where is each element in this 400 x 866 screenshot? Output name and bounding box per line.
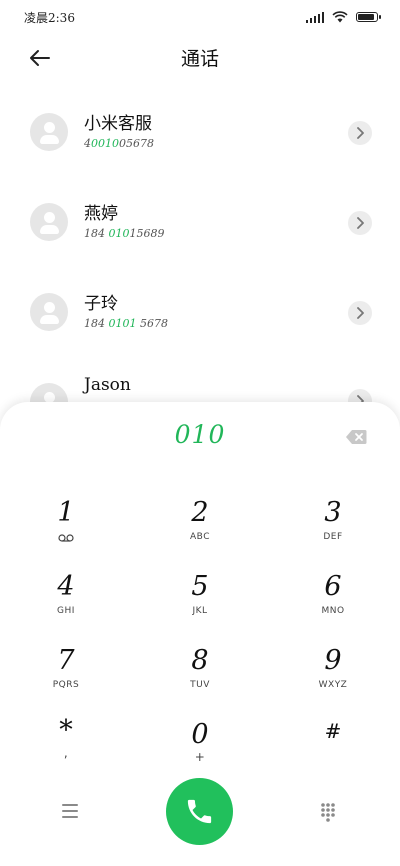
chevron-right-icon[interactable] <box>348 121 372 145</box>
key-7[interactable]: 7 PQRS <box>6 644 126 708</box>
menu-icon[interactable] <box>62 804 78 818</box>
avatar-icon <box>30 293 68 331</box>
key-6[interactable]: 6 MNO <box>273 570 393 634</box>
key-star[interactable]: *, <box>6 714 126 778</box>
battery-icon <box>356 12 381 22</box>
chevron-right-icon[interactable] <box>348 301 372 325</box>
list-item[interactable]: 燕婷 184 01015689 <box>0 175 400 265</box>
key-0[interactable]: 0 + <box>140 718 260 782</box>
contact-name: 小米客服 <box>84 114 152 134</box>
wifi-icon <box>332 11 348 23</box>
key-5[interactable]: 5 JKL <box>140 570 260 634</box>
key-1[interactable]: 1 <box>6 496 126 560</box>
backspace-icon[interactable] <box>345 429 367 445</box>
page-title: 通话 <box>180 48 219 70</box>
list-item[interactable]: 小米客服 4001005678 <box>0 85 400 175</box>
list-item[interactable]: 子玲 184 0101 5678 <box>0 265 400 355</box>
dialed-number: 010 <box>174 420 226 449</box>
status-icons <box>306 11 381 23</box>
key-4[interactable]: 4 GHI <box>6 570 126 634</box>
key-hash[interactable]: # <box>273 714 393 778</box>
call-button[interactable] <box>166 778 233 845</box>
contact-number: 184 0101 5678 <box>84 317 168 330</box>
avatar-icon <box>30 113 68 151</box>
avatar-icon <box>30 203 68 241</box>
contact-name: 燕婷 <box>84 204 118 224</box>
contact-name: 子玲 <box>84 294 118 314</box>
status-time: 凌晨2:36 <box>24 11 75 25</box>
contact-name: Jason <box>84 375 131 395</box>
keypad-icon[interactable] <box>320 802 336 822</box>
chevron-right-icon[interactable] <box>348 211 372 235</box>
key-3[interactable]: 3 DEF <box>273 496 393 560</box>
signal-icon <box>306 11 324 23</box>
dialpad-actions <box>0 778 400 848</box>
contact-number: 184 01015689 <box>84 227 165 240</box>
key-9[interactable]: 9 WXYZ <box>273 644 393 708</box>
phone-icon <box>187 799 212 824</box>
header: 通话 <box>0 34 400 82</box>
status-bar: 凌晨2:36 <box>0 0 400 34</box>
key-8[interactable]: 8 TUV <box>140 644 260 708</box>
dialpad: 010 1 2 ABC 3 DEF 4 GHI 5 JKL 6 MNO 7 PQRS 8 TU… <box>0 402 400 866</box>
voicemail-icon <box>58 534 74 542</box>
contact-list: 小米客服 4001005678 燕婷 184 01015689 子玲 184 0… <box>0 85 400 445</box>
key-2[interactable]: 2 ABC <box>140 496 260 560</box>
contact-number: 4001005678 <box>84 137 154 150</box>
